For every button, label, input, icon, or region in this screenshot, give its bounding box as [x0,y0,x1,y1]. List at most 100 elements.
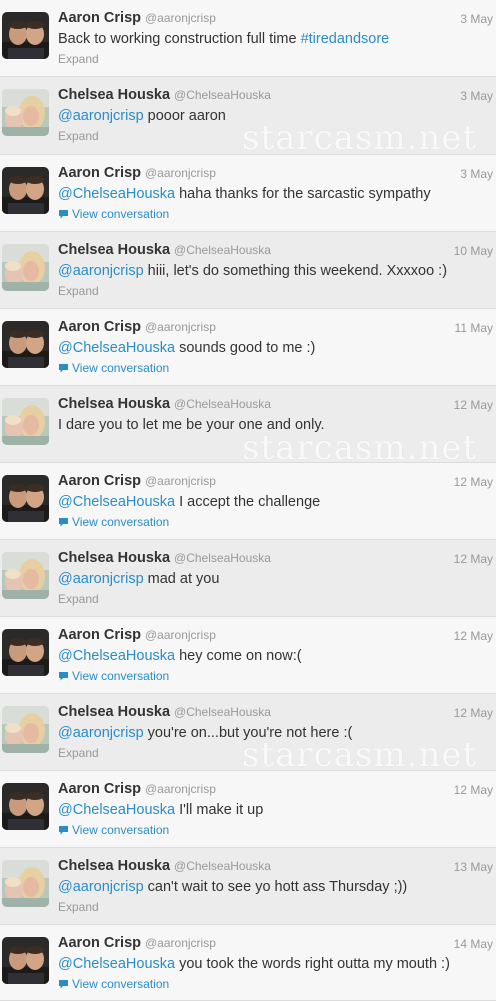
expand-link[interactable]: Expand [58,52,99,66]
avatar[interactable] [2,244,49,291]
mention-link[interactable]: @ChelseaHouska [58,648,175,664]
author-name[interactable]: Chelsea Houska @ChelseaHouska [58,550,271,566]
author-name-text[interactable]: Chelsea Houska [58,396,170,412]
tweet-item[interactable]: Aaron Crisp @aaronjcrisp 12 May @ChelseaHou… [0,463,496,540]
view-conversation-link[interactable]: View conversation [58,669,169,684]
mention-link[interactable]: @ChelseaHouska [58,956,175,972]
avatar[interactable] [2,937,49,984]
author-name[interactable]: Aaron Crisp @aaronjcrisp [58,627,216,643]
author-name[interactable]: Chelsea Houska @ChelseaHouska [58,858,271,874]
author-name[interactable]: Aaron Crisp @aaronjcrisp [58,319,216,335]
tweet-item[interactable]: Aaron Crisp @aaronjcrisp 11 May @ChelseaHou… [0,309,496,386]
avatar[interactable] [2,12,49,59]
tweet-date[interactable]: 11 May [455,321,493,335]
author-handle[interactable]: @aaronjcrisp [145,11,216,25]
author-handle[interactable]: @aaronjcrisp [145,782,216,796]
author-name-text[interactable]: Aaron Crisp [58,319,141,335]
author-name[interactable]: Aaron Crisp @aaronjcrisp [58,781,216,797]
author-handle[interactable]: @ChelseaHouska [174,551,271,565]
author-name[interactable]: Chelsea Houska @ChelseaHouska [58,242,271,258]
author-handle[interactable]: @ChelseaHouska [174,243,271,257]
author-name-text[interactable]: Chelsea Houska [58,87,170,103]
tweet-date[interactable]: 3 May [460,12,493,26]
avatar[interactable] [2,167,49,214]
tweet-date[interactable]: 12 May [454,706,493,720]
author-name[interactable]: Chelsea Houska @ChelseaHouska [58,396,271,412]
avatar[interactable] [2,783,49,830]
tweet-item[interactable]: Aaron Crisp @aaronjcrisp 12 May @ChelseaHou… [0,771,496,848]
mention-link[interactable]: @aaronjcrisp [58,725,144,741]
author-handle[interactable]: @aaronjcrisp [145,936,216,950]
avatar[interactable] [2,706,49,753]
view-conversation-link[interactable]: View conversation [58,515,169,530]
avatar[interactable] [2,629,49,676]
tweet-date[interactable]: 12 May [454,783,493,797]
expand-link[interactable]: Expand [58,129,99,143]
author-name-text[interactable]: Aaron Crisp [58,10,141,26]
author-name-text[interactable]: Aaron Crisp [58,165,141,181]
mention-link[interactable]: @aaronjcrisp [58,879,144,895]
author-name-text[interactable]: Chelsea Houska [58,242,170,258]
tweet-date[interactable]: 3 May [460,167,493,181]
author-name[interactable]: Aaron Crisp @aaronjcrisp [58,165,216,181]
tweet-date[interactable]: 12 May [454,475,493,489]
author-handle[interactable]: @ChelseaHouska [174,397,271,411]
tweet-item[interactable]: Aaron Crisp @aaronjcrisp 12 May @ChelseaHou… [0,617,496,694]
tweet-item[interactable]: Aaron Crisp @aaronjcrisp 3 May Back to work… [0,0,496,77]
tweet-item[interactable]: Aaron Crisp @aaronjcrisp 3 May @ChelseaHous… [0,155,496,232]
tweet-item[interactable]: Chelsea Houska @ChelseaHouska 13 May @aaron… [0,848,496,925]
mention-link[interactable]: @aaronjcrisp [58,108,144,124]
mention-link[interactable]: @ChelseaHouska [58,494,175,510]
author-name[interactable]: Aaron Crisp @aaronjcrisp [58,935,216,951]
tweet-date[interactable]: 14 May [454,937,493,951]
author-name[interactable]: Chelsea Houska @ChelseaHouska [58,87,271,103]
mention-link[interactable]: @ChelseaHouska [58,340,175,356]
author-handle[interactable]: @aaronjcrisp [145,320,216,334]
expand-link[interactable]: Expand [58,746,99,760]
mention-link[interactable]: @aaronjcrisp [58,263,144,279]
expand-link[interactable]: Expand [58,900,99,914]
mention-link[interactable]: @ChelseaHouska [58,186,175,202]
tweet-item[interactable]: Aaron Crisp @aaronjcrisp 14 May @ChelseaHou… [0,925,496,1001]
author-name[interactable]: Aaron Crisp @aaronjcrisp [58,473,216,489]
avatar[interactable] [2,860,49,907]
author-handle[interactable]: @ChelseaHouska [174,705,271,719]
tweet-item[interactable]: Chelsea Houska @ChelseaHouska 12 May @aaron… [0,694,496,771]
author-name-text[interactable]: Chelsea Houska [58,858,170,874]
author-name[interactable]: Chelsea Houska @ChelseaHouska [58,704,271,720]
author-handle[interactable]: @ChelseaHouska [174,859,271,873]
expand-link[interactable]: Expand [58,592,99,606]
author-handle[interactable]: @aaronjcrisp [145,628,216,642]
tweet-item[interactable]: Chelsea Houska @ChelseaHouska 3 May @aaronj… [0,77,496,155]
author-name-text[interactable]: Chelsea Houska [58,704,170,720]
view-conversation-link[interactable]: View conversation [58,207,169,222]
author-handle[interactable]: @aaronjcrisp [145,474,216,488]
author-handle[interactable]: @ChelseaHouska [174,88,271,102]
tweet-item[interactable]: Chelsea Houska @ChelseaHouska 12 May I dare… [0,386,496,463]
tweet-date[interactable]: 10 May [454,244,493,258]
author-name-text[interactable]: Aaron Crisp [58,473,141,489]
author-handle[interactable]: @aaronjcrisp [145,166,216,180]
tweet-date[interactable]: 3 May [460,89,493,103]
avatar[interactable] [2,552,49,599]
tweet-date[interactable]: 13 May [454,860,493,874]
avatar[interactable] [2,89,49,136]
tweet-date[interactable]: 12 May [454,629,493,643]
avatar[interactable] [2,321,49,368]
view-conversation-link[interactable]: View conversation [58,823,169,838]
tweet-item[interactable]: Chelsea Houska @ChelseaHouska 10 May @aaron… [0,232,496,309]
tweet-item[interactable]: Chelsea Houska @ChelseaHouska 12 May @aaron… [0,540,496,617]
avatar[interactable] [2,475,49,522]
hashtag-link[interactable]: #tiredandsore [301,31,390,47]
author-name[interactable]: Aaron Crisp @aaronjcrisp [58,10,216,26]
view-conversation-link[interactable]: View conversation [58,361,169,376]
expand-link[interactable]: Expand [58,284,99,298]
avatar[interactable] [2,398,49,445]
mention-link[interactable]: @ChelseaHouska [58,802,175,818]
author-name-text[interactable]: Chelsea Houska [58,550,170,566]
author-name-text[interactable]: Aaron Crisp [58,935,141,951]
author-name-text[interactable]: Aaron Crisp [58,627,141,643]
author-name-text[interactable]: Aaron Crisp [58,781,141,797]
mention-link[interactable]: @aaronjcrisp [58,571,144,587]
view-conversation-link[interactable]: View conversation [58,977,169,992]
